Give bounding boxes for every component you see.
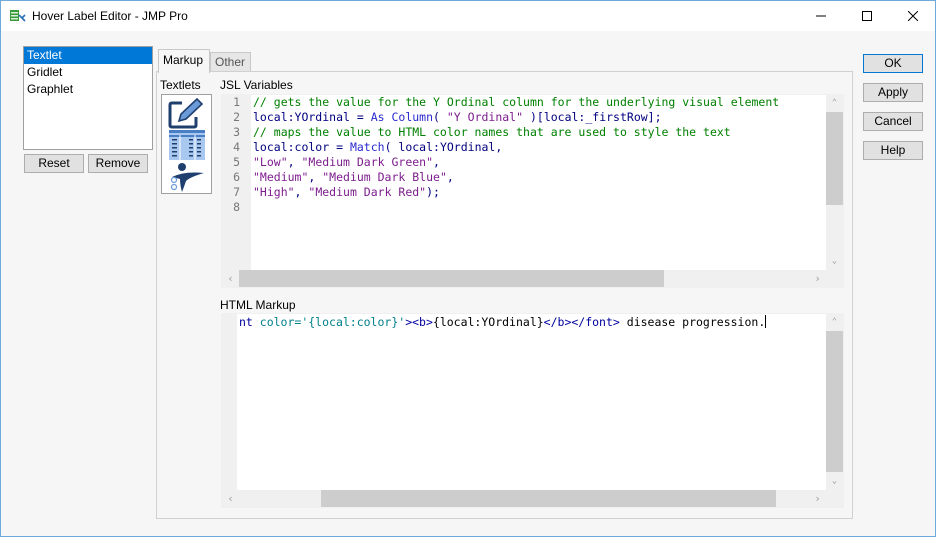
scrollbar-corner	[826, 490, 843, 507]
line-number: 4	[233, 140, 240, 154]
code-token: "Medium Dark Green"	[301, 155, 434, 169]
code-token: nt	[239, 315, 260, 329]
code-token: Match	[349, 140, 385, 154]
scroll-up-icon[interactable]: ⌃	[826, 95, 843, 112]
jsl-variables-label: JSL Variables	[220, 78, 293, 92]
html-vertical-scrollbar[interactable]: ⌃ ⌄	[826, 314, 843, 490]
code-token: "Low"	[253, 155, 288, 169]
scroll-thumb[interactable]	[321, 490, 776, 507]
maximize-button[interactable]	[844, 1, 890, 31]
scroll-thumb[interactable]	[826, 112, 843, 205]
title-bar: Hover Label Editor - JMP Pro	[1, 1, 935, 31]
code-token: color='{local:color}'	[259, 315, 406, 329]
code-token: // maps the value to HTML color names th…	[253, 125, 731, 139]
line-number: 8	[233, 200, 240, 214]
graph-builder-icon[interactable]	[166, 161, 208, 193]
help-button[interactable]: Help	[863, 141, 923, 160]
code-line: nt color='{local:color}'><b>{local:YOrdi…	[239, 315, 826, 330]
jsl-horizontal-scrollbar[interactable]: ‹ ›	[222, 270, 826, 287]
line-number: 6	[233, 170, 240, 184]
scroll-down-icon[interactable]: ⌄	[826, 253, 843, 270]
code-line: // gets the value for the Y Ordinal colu…	[253, 95, 826, 110]
scroll-right-icon[interactable]: ›	[809, 270, 826, 287]
window-title: Hover Label Editor - JMP Pro	[32, 9, 188, 23]
line-number: 2	[233, 110, 240, 124]
remove-button[interactable]: Remove	[88, 154, 148, 173]
scroll-left-icon[interactable]: ‹	[222, 270, 239, 287]
code-token: ,	[294, 185, 309, 199]
edit-pencil-icon[interactable]	[166, 97, 208, 130]
line-number: 1	[233, 95, 240, 109]
jsl-code[interactable]: // gets the value for the Y Ordinal colu…	[253, 95, 826, 270]
scroll-up-icon[interactable]: ⌃	[826, 314, 843, 331]
code-token: (	[433, 110, 447, 124]
hover-label-editor-window: Hover Label Editor - JMP Pro Textlet Gri…	[0, 0, 936, 537]
code-token: {local:YOrdinal}	[432, 315, 544, 329]
code-token: "Medium"	[253, 170, 309, 184]
code-token: ( local:YOrdinal,	[384, 140, 503, 154]
code-token: "Y Ordinal"	[446, 110, 524, 124]
reset-button[interactable]: Reset	[24, 154, 84, 173]
text-cursor	[765, 315, 767, 328]
jmp-app-icon	[10, 10, 26, 22]
scroll-thumb[interactable]	[239, 270, 664, 287]
jsl-variables-editor[interactable]: 12345678 // gets the value for the Y Ord…	[221, 94, 844, 288]
textlets-palette	[161, 94, 212, 194]
code-token: "Medium Dark Red"	[308, 185, 427, 199]
code-line: local:color = Match( local:YOrdinal,	[253, 140, 826, 155]
textlets-label: Textlets	[160, 78, 201, 92]
list-item-gridlet[interactable]: Gridlet	[24, 64, 152, 81]
list-item-textlet[interactable]: Textlet	[24, 47, 152, 64]
code-token: "Medium Dark Blue"	[322, 170, 447, 184]
close-button[interactable]	[890, 1, 936, 31]
scroll-left-icon[interactable]: ‹	[222, 490, 239, 507]
scroll-down-icon[interactable]: ⌄	[826, 473, 843, 490]
scrollbar-corner	[826, 270, 843, 287]
ok-button[interactable]: OK	[863, 54, 923, 73]
maximize-icon	[862, 11, 872, 21]
code-token: ><b>	[405, 315, 433, 329]
code-token: local:YOrdinal =	[253, 110, 371, 124]
line-number: 7	[233, 185, 240, 199]
code-line: "Medium", "Medium Dark Blue",	[253, 170, 826, 185]
code-token: )[local:_firstRow];	[523, 110, 662, 124]
line-number: 3	[233, 125, 240, 139]
code-line: // maps the value to HTML color names th…	[253, 125, 826, 140]
scroll-thumb[interactable]	[826, 331, 843, 472]
close-icon	[908, 11, 918, 21]
line-number-gutter: 12345678	[222, 95, 251, 270]
code-token: );	[426, 185, 440, 199]
editor-margin	[222, 314, 237, 490]
scroll-right-icon[interactable]: ›	[809, 490, 826, 507]
code-line: local:YOrdinal = As Column( "Y Ordinal" …	[253, 110, 826, 125]
tab-other[interactable]: Other	[210, 52, 251, 72]
minimize-icon	[816, 15, 826, 17]
code-line: "High", "Medium Dark Red");	[253, 185, 826, 200]
code-token: As Column	[370, 110, 434, 124]
code-token: // gets the value for the Y Ordinal colu…	[253, 95, 780, 109]
tab-markup[interactable]: Markup	[158, 49, 210, 73]
code-token: ,	[287, 155, 302, 169]
code-line: "Low", "Medium Dark Green",	[253, 155, 826, 170]
jsl-vertical-scrollbar[interactable]: ⌃ ⌄	[826, 95, 843, 270]
line-number: 5	[233, 155, 240, 169]
code-token: ,	[433, 155, 440, 169]
code-token: ,	[446, 170, 454, 184]
code-token: "High"	[253, 185, 295, 199]
list-item-graphlet[interactable]: Graphlet	[24, 81, 152, 98]
html-markup-label: HTML Markup	[220, 298, 296, 312]
html-markup-editor[interactable]: nt color='{local:color}'><b>{local:YOrdi…	[221, 313, 844, 508]
apply-button[interactable]: Apply	[863, 83, 923, 102]
cancel-button[interactable]: Cancel	[863, 112, 923, 131]
code-token: local:color =	[253, 140, 350, 154]
minimize-button[interactable]	[798, 1, 844, 31]
table-icon[interactable]	[166, 130, 208, 160]
html-code[interactable]: nt color='{local:color}'><b>{local:YOrdi…	[239, 315, 826, 490]
code-token: disease progression.	[619, 315, 766, 329]
label-type-list[interactable]: Textlet Gridlet Graphlet	[23, 46, 153, 150]
html-horizontal-scrollbar[interactable]: ‹ ›	[222, 490, 826, 507]
code-token: </b></font>	[543, 315, 620, 329]
code-token: ,	[308, 170, 323, 184]
